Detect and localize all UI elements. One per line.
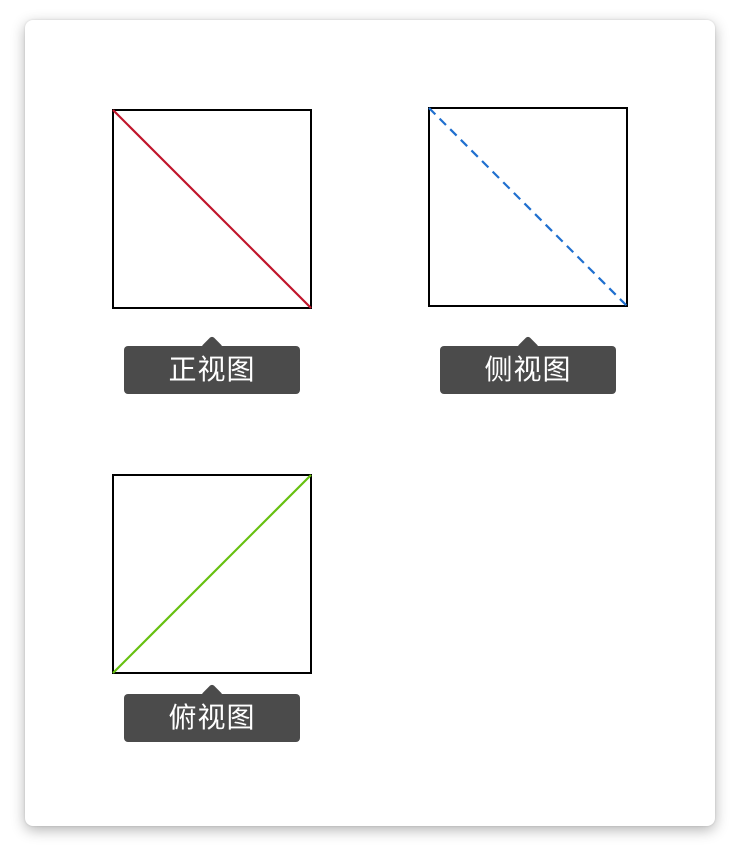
- side-view-label-text: 侧视图: [484, 353, 572, 386]
- top-view-figure: [112, 474, 312, 674]
- top-view-label-text: 俯视图: [168, 701, 256, 734]
- views-panel: 正视图 侧视图 俯视图: [25, 20, 715, 826]
- top-view: 俯视图: [112, 474, 313, 745]
- front-view-label: 正视图: [124, 346, 300, 394]
- side-view-figure: [428, 107, 628, 307]
- front-view-figure: [112, 109, 312, 309]
- side-view-diagonal: [428, 107, 628, 307]
- front-view-label-text: 正视图: [168, 353, 256, 386]
- side-view-label: 侧视图: [440, 346, 616, 394]
- front-view-diagonal: [112, 109, 312, 309]
- side-view: 侧视图: [428, 107, 629, 400]
- top-view-label: 俯视图: [124, 694, 300, 742]
- front-view: 正视图: [112, 109, 313, 400]
- top-view-diagonal: [112, 474, 312, 674]
